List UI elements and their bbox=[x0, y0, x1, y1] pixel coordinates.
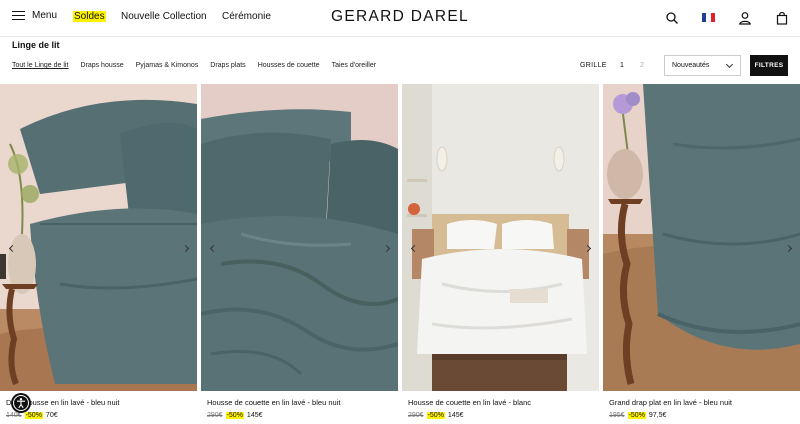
grid-option-2[interactable]: 2 bbox=[640, 62, 644, 69]
category-filters: Tout le Linge de lit Draps housse Pyjama… bbox=[12, 62, 388, 69]
product-image[interactable] bbox=[0, 84, 197, 391]
filters-button[interactable]: FILTRES bbox=[750, 55, 788, 76]
product-image[interactable] bbox=[603, 84, 800, 391]
chevron-down-icon bbox=[725, 60, 734, 69]
product-card[interactable]: Drap housse en lin lavé - bleu nuit 140€… bbox=[0, 84, 197, 424]
sale-price: 145€ bbox=[447, 412, 464, 419]
site-header: Menu Soldes Nouvelle Collection Cérémoni… bbox=[0, 0, 800, 37]
product-prices: 140€ -50% 70€ bbox=[6, 412, 58, 419]
nav-soldes[interactable]: Soldes bbox=[73, 11, 106, 22]
account-icon[interactable] bbox=[738, 11, 752, 25]
nav-nouvelle-collection[interactable]: Nouvelle Collection bbox=[121, 11, 207, 22]
old-price: 290€ bbox=[408, 412, 424, 419]
french-flag-icon[interactable] bbox=[702, 13, 715, 22]
product-card[interactable]: Grand drap plat en lin lavé - bleu nuit … bbox=[603, 84, 800, 424]
carousel-next-arrow[interactable] bbox=[783, 244, 793, 254]
carousel-prev-arrow[interactable] bbox=[409, 244, 419, 254]
filter-pyjamas[interactable]: Pyjamas & Kimonos bbox=[136, 62, 199, 69]
discount-badge: -50% bbox=[426, 412, 445, 419]
carousel-next-arrow[interactable] bbox=[582, 244, 592, 254]
sort-value: Nouveautés bbox=[672, 62, 710, 69]
page-title: Linge de lit bbox=[12, 40, 60, 50]
filter-taies[interactable]: Taies d'oreiller bbox=[332, 62, 377, 69]
menu-button[interactable]: Menu bbox=[12, 10, 57, 21]
carousel-prev-arrow[interactable] bbox=[7, 244, 17, 254]
grid-label: GRILLE bbox=[580, 62, 607, 69]
filter-draps-plats[interactable]: Draps plats bbox=[210, 62, 245, 69]
hamburger-icon bbox=[12, 11, 25, 21]
sale-price: 97,5€ bbox=[648, 412, 667, 419]
filter-housses-couette[interactable]: Housses de couette bbox=[258, 62, 320, 69]
sale-price: 145€ bbox=[246, 412, 263, 419]
product-prices: 290€ -50% 145€ bbox=[207, 412, 263, 419]
old-price: 290€ bbox=[207, 412, 223, 419]
brand-logo[interactable]: GERARD DAREL bbox=[0, 8, 800, 26]
sale-price: 70€ bbox=[45, 412, 58, 419]
carousel-prev-arrow[interactable] bbox=[208, 244, 218, 254]
nav-ceremonie[interactable]: Cérémonie bbox=[222, 11, 271, 22]
menu-label: Menu bbox=[32, 10, 58, 21]
product-name[interactable]: Housse de couette en lin lavé - bleu nui… bbox=[207, 398, 340, 407]
product-card[interactable]: Housse de couette en lin lavé - bleu nui… bbox=[201, 84, 398, 424]
carousel-next-arrow[interactable] bbox=[180, 244, 190, 254]
old-price: 195€ bbox=[609, 412, 625, 419]
accessibility-icon[interactable] bbox=[11, 393, 31, 413]
carousel-next-arrow[interactable] bbox=[381, 244, 391, 254]
old-price: 140€ bbox=[6, 412, 22, 419]
filter-draps-housse[interactable]: Draps housse bbox=[80, 62, 123, 69]
product-image[interactable] bbox=[402, 84, 599, 391]
product-name[interactable]: Grand drap plat en lin lavé - bleu nuit bbox=[609, 398, 732, 407]
discount-badge: -50% bbox=[627, 412, 646, 419]
product-prices: 195€ -50% 97,5€ bbox=[609, 412, 666, 419]
sort-select[interactable]: Nouveautés bbox=[664, 55, 741, 76]
discount-badge: -50% bbox=[225, 412, 244, 419]
discount-badge: -50% bbox=[24, 412, 43, 419]
grid-option-1[interactable]: 1 bbox=[620, 62, 624, 69]
product-card[interactable]: Housse de couette en lin lavé - blanc 29… bbox=[402, 84, 599, 424]
search-icon[interactable] bbox=[665, 11, 679, 25]
bag-icon[interactable] bbox=[775, 11, 789, 25]
product-prices: 290€ -50% 145€ bbox=[408, 412, 464, 419]
product-name[interactable]: Housse de couette en lin lavé - blanc bbox=[408, 398, 531, 407]
filter-tout[interactable]: Tout le Linge de lit bbox=[12, 62, 68, 69]
product-image[interactable] bbox=[201, 84, 398, 391]
